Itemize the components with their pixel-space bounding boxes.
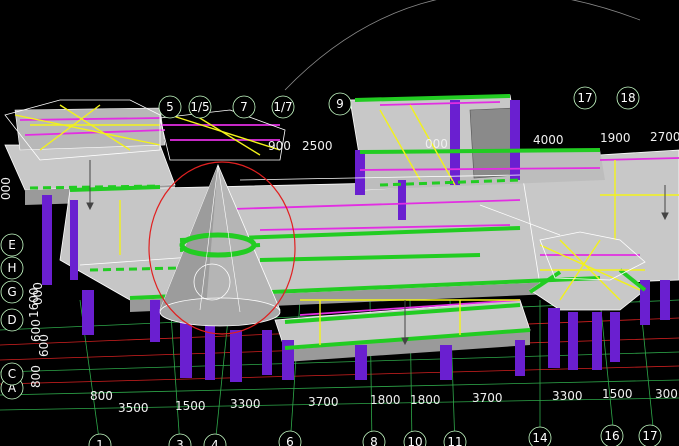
grid-axis-label: 4 (211, 438, 219, 446)
grid-axis-label: 9 (336, 97, 344, 111)
dimension-label-bottom: 3700 (472, 391, 503, 405)
dimension-label-top: 2500 (302, 139, 333, 153)
3d-model-viewport[interactable]: 5 1/5 7 1/7 9 17 181 3 4 6 8 10 11 14 16 17ACDGHE 80035… (0, 0, 679, 446)
dimension-label-bottom: 1800 (370, 393, 401, 407)
dimension-label-left: 000 (0, 177, 13, 200)
dimension-label-left: 000 (31, 282, 45, 305)
dimension-label-bottom: 300 (655, 387, 678, 401)
grid-axis-label: 18 (620, 91, 635, 105)
grid-axis-label: 1 (96, 438, 104, 446)
grid-axis-bubble-bottom-17: 17 (638, 424, 662, 446)
grid-axis-bubble-top-1-7: 1/7 (271, 95, 295, 119)
dimension-label-left: 600 (29, 319, 43, 342)
grid-axis-label: 6 (286, 435, 294, 446)
grid-axis-bubble-left-G: G (0, 280, 24, 304)
dimension-label-top: 4000 (533, 133, 564, 147)
grid-axis-bubble-left-E: E (0, 233, 24, 257)
dimension-label-top: 900 (268, 139, 291, 153)
grid-axis-bubble-top-5: 5 (158, 95, 182, 119)
grid-axis-bubble-top-9: 9 (328, 92, 352, 116)
dimension-label-top: 000 (425, 137, 448, 151)
grid-axis-label: D (7, 313, 16, 327)
grid-axis-label: 8 (370, 435, 378, 446)
dimension-label-bottom: 1500 (602, 387, 633, 401)
grid-axis-label: G (7, 285, 16, 299)
dimension-label-bottom: 1500 (175, 399, 206, 413)
grid-axis-label: E (8, 238, 16, 252)
grid-axis-bubble-top-18: 18 (616, 86, 640, 110)
grid-axis-label: 10 (407, 435, 422, 446)
dimension-label-top: 2700 (650, 130, 679, 144)
grid-axis-label: 1/7 (273, 100, 292, 114)
grid-axis-label: 7 (240, 100, 248, 114)
grid-axis-bubble-left-H: H (0, 256, 24, 280)
dimension-label-top: 1900 (600, 131, 631, 145)
grid-axis-label: 3 (176, 438, 184, 446)
dimension-label-bottom: 1800 (410, 393, 441, 407)
grid-axis-bubble-top-1-5: 1/5 (188, 95, 212, 119)
dimension-label-bottom: 3300 (230, 397, 261, 411)
grid-axis-bubble-top-7: 7 (232, 95, 256, 119)
grid-axis-bubble-bottom-14: 14 (528, 426, 552, 446)
grid-axis-label: 1/5 (190, 100, 209, 114)
grid-axis-bubble-left-D: D (0, 308, 24, 332)
grid-axis-label: 17 (642, 429, 657, 443)
dimension-label-bottom: 3700 (308, 395, 339, 409)
grid-axis-label: 11 (447, 435, 462, 446)
dimension-label-left: 800 (29, 365, 43, 388)
grid-axis-label: C (8, 367, 16, 381)
grid-axis-bubble-top-17: 17 (573, 86, 597, 110)
dimension-label-bottom: 3300 (552, 389, 583, 403)
grid-axis-label: 5 (166, 100, 174, 114)
grid-axis-label: H (7, 261, 16, 275)
grid-axis-label: 14 (532, 431, 547, 445)
grid-axis-bubble-bottom-16: 16 (600, 424, 624, 446)
grid-axis-label: 16 (604, 429, 619, 443)
dimension-label-bottom: 3500 (118, 401, 149, 415)
grid-axis-bubble-left-C: C (0, 362, 24, 386)
grid-axis-label: 17 (577, 91, 592, 105)
dimension-label-bottom: 800 (90, 389, 113, 403)
